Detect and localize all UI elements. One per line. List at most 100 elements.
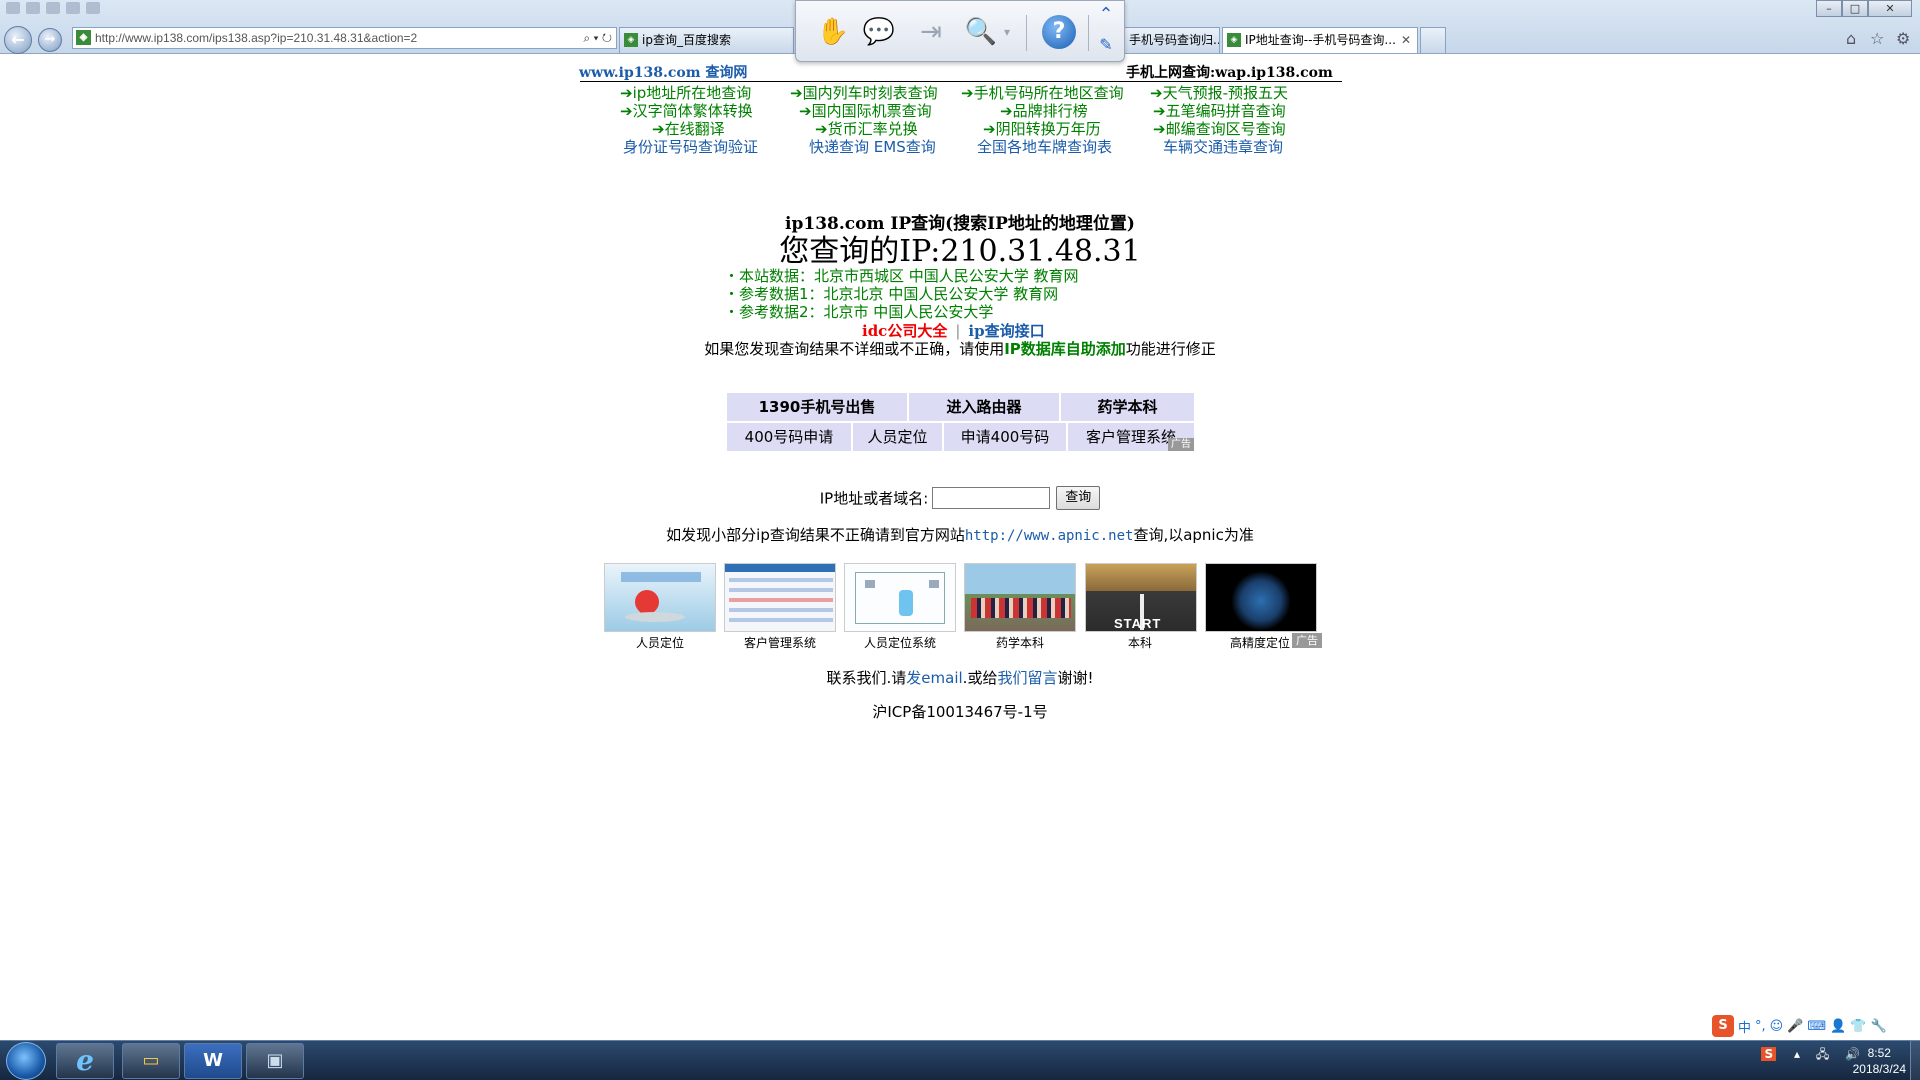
system-tray: S ▴ 🖧 🔊: [1761, 1045, 1860, 1077]
ad-table: 1390手机号出售 进入路由器 药学本科 400号码申请 人员定位 申请400号…: [727, 393, 1194, 453]
link-express[interactable]: 快递查询 EMS查询: [809, 136, 936, 157]
forward-doc-icon[interactable]: ⇥: [914, 15, 948, 49]
maximize-button[interactable]: □: [1842, 0, 1868, 17]
keyboard-icon[interactable]: ⌨: [1807, 1019, 1826, 1034]
user-icon[interactable]: 👤: [1830, 1019, 1846, 1034]
qa-icon-2[interactable]: [26, 2, 40, 14]
ad-pharmacy[interactable]: 药学本科: [1061, 393, 1194, 421]
contact-text: 联系我们.请: [826, 669, 907, 687]
thumb-pharmacy[interactable]: [964, 563, 1076, 632]
sogou-icon[interactable]: S: [1712, 1015, 1734, 1037]
result-line-ref2: ・参考数据2：北京市 中国人民公安大学: [724, 303, 994, 321]
explorer-taskbar-icon[interactable]: ▭: [122, 1043, 180, 1079]
thumb-crm[interactable]: [724, 563, 836, 632]
site-header-left[interactable]: www.ip138.com 查询网: [579, 62, 747, 82]
taskbar: e ▭ W ▣ S ▴ 🖧 🔊: [0, 1040, 1920, 1080]
tab-title: 手机号码查询归...: [1129, 33, 1220, 47]
qa-icon-3[interactable]: [46, 2, 60, 14]
forward-button[interactable]: →: [38, 28, 62, 52]
sogou-tray-icon[interactable]: S: [1761, 1047, 1777, 1061]
fix-link[interactable]: IP数据库自助添加: [1004, 340, 1126, 358]
tab-favicon: ◈: [1227, 33, 1241, 47]
link-plate[interactable]: 全国各地车牌查询表: [977, 136, 1112, 157]
zoom-doc-icon[interactable]: 🔍: [964, 15, 998, 49]
ad-400-request[interactable]: 申请400号码: [944, 423, 1066, 451]
shirt-icon[interactable]: 👕: [1850, 1019, 1866, 1034]
search-icon[interactable]: ⌕: [583, 31, 590, 45]
refresh-icon[interactable]: ↻: [602, 31, 612, 45]
fix-notice: 如果您发现查询结果不详细或不正确，请使用IP数据库自助添加功能进行修正: [0, 338, 1920, 359]
tab-title: IP地址查询--手机号码查询...: [1245, 33, 1396, 47]
home-icon[interactable]: ⌂: [1846, 29, 1856, 48]
minimize-button[interactable]: –: [1816, 0, 1842, 17]
clock-time: 8:52: [1867, 1046, 1891, 1060]
ime-mode[interactable]: 中: [1738, 1017, 1751, 1036]
window-controls: – □ ✕: [1816, 0, 1912, 18]
thumb-precise-locate[interactable]: [1205, 563, 1317, 632]
network-icon[interactable]: 🖧: [1816, 1047, 1829, 1061]
window-taskbar-icon[interactable]: ▣: [246, 1043, 304, 1079]
tab-title: ip查询_百度搜索: [642, 33, 731, 47]
back-button[interactable]: ←: [4, 26, 32, 54]
message-link[interactable]: 我们留言: [997, 669, 1057, 687]
pin-icon[interactable]: ✎: [1092, 33, 1120, 57]
start-button[interactable]: [6, 1042, 46, 1080]
gear-icon[interactable]: ⚙: [1896, 29, 1910, 48]
ad-400-apply[interactable]: 400号码申请: [727, 423, 851, 451]
address-bar[interactable]: ◈ http://www.ip138.com/ips138.asp?ip=210…: [72, 27, 617, 49]
thumb-locate-system[interactable]: [844, 563, 956, 632]
icp-record[interactable]: 沪ICP备10013467号-1号: [0, 701, 1920, 722]
email-link[interactable]: 发email: [906, 669, 962, 687]
address-url[interactable]: http://www.ip138.com/ips138.asp?ip=210.3…: [95, 31, 417, 45]
site-favicon: ◈: [76, 30, 91, 45]
ad-phone-number[interactable]: 1390手机号出售: [727, 393, 907, 421]
thumb-bachelor[interactable]: START: [1085, 563, 1197, 632]
arrow-icon: ➔: [620, 102, 633, 120]
ad-locate[interactable]: 人员定位: [853, 423, 942, 451]
ad-router[interactable]: 进入路由器: [909, 393, 1059, 421]
tab-close-icon[interactable]: ✕: [1401, 28, 1411, 52]
collapse-up-icon[interactable]: ⌃: [1092, 3, 1120, 27]
tab-baidu[interactable]: ◈ ip查询_百度搜索: [619, 27, 794, 53]
help-icon[interactable]: ?: [1042, 15, 1076, 49]
dropdown-arrow-icon[interactable]: ▾: [1000, 15, 1014, 49]
thumb-person-locate[interactable]: [604, 563, 716, 632]
comment-icon[interactable]: 💬: [862, 15, 896, 49]
tab-phone[interactable]: 手机号码查询归...: [1124, 27, 1220, 53]
new-tab-button[interactable]: [1420, 27, 1446, 53]
ie-taskbar-icon[interactable]: e: [56, 1043, 114, 1079]
qa-icon-4[interactable]: [66, 2, 80, 14]
word-taskbar-icon[interactable]: W: [184, 1043, 242, 1079]
toolbar-separator: [1088, 15, 1089, 51]
qa-icon-5[interactable]: [86, 2, 100, 14]
query-button[interactable]: 查询: [1056, 486, 1101, 510]
ime-toolbar: S 中 °, ☺ 🎤 ⌨ 👤 👕 🔧: [1712, 1014, 1920, 1038]
ip-input[interactable]: [932, 487, 1051, 509]
thumb-label[interactable]: 人员定位系统: [840, 634, 960, 651]
emoji-icon[interactable]: ☺: [1770, 1019, 1784, 1034]
favorites-star-icon[interactable]: ☆: [1870, 29, 1884, 48]
site-header-right[interactable]: 手机上网查询:wap.ip138.com: [1126, 62, 1333, 82]
clock-date: 2018/3/24: [1852, 1062, 1906, 1076]
qa-icon-1[interactable]: [6, 2, 20, 14]
fix-text-after: 功能进行修正: [1125, 340, 1216, 358]
hand-icon[interactable]: ✋: [816, 15, 850, 49]
tray-expand-icon[interactable]: ▴: [1794, 1047, 1800, 1061]
close-button[interactable]: ✕: [1868, 0, 1912, 17]
thumb-label[interactable]: 药学本科: [960, 634, 1080, 651]
punctuation-icon[interactable]: °,: [1755, 1019, 1766, 1034]
address-tools[interactable]: ⌕ ▾ ↻: [583, 28, 612, 48]
thumb-label[interactable]: 本科: [1080, 634, 1200, 651]
clock[interactable]: 8:52 2018/3/24: [1853, 1045, 1906, 1077]
tab-ip138-active[interactable]: ◈ IP地址查询--手机号码查询... ✕: [1222, 27, 1418, 53]
link-id-card[interactable]: 身份证号码查询验证: [623, 136, 758, 157]
show-desktop-button[interactable]: [1910, 1040, 1920, 1080]
ad-crm[interactable]: 客户管理系统 广告: [1068, 423, 1194, 451]
thumb-label[interactable]: 客户管理系统: [720, 634, 840, 651]
apnic-link[interactable]: http://www.apnic.net: [965, 528, 1134, 544]
wrench-icon[interactable]: 🔧: [1871, 1019, 1887, 1034]
thumb-label[interactable]: 人员定位: [600, 634, 720, 651]
apnic-text-after: 查询,以apnic为准: [1133, 526, 1254, 544]
microphone-icon[interactable]: 🎤: [1787, 1019, 1803, 1034]
link-violation[interactable]: 车辆交通违章查询: [1163, 136, 1283, 157]
